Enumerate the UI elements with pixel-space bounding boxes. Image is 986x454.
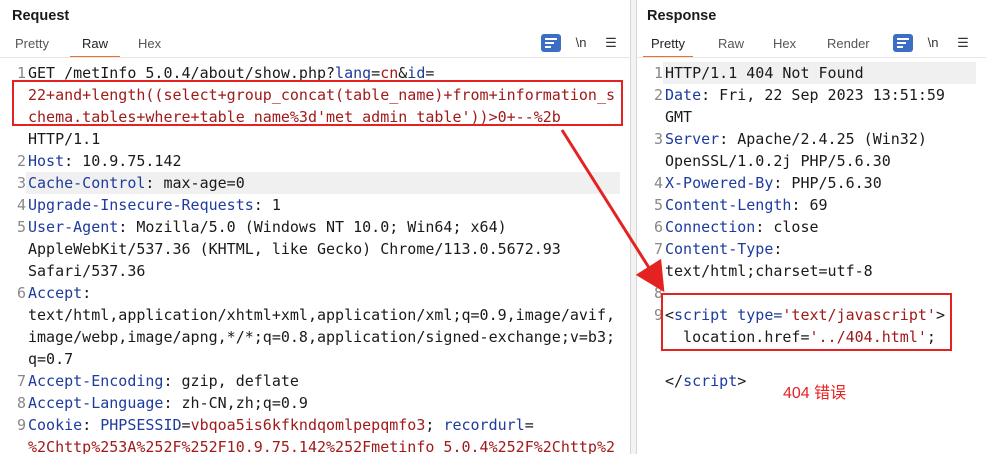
header-value: Apache/2.4.25 (Win32) xyxy=(728,130,927,148)
highlight-box-script xyxy=(661,293,952,351)
header-value: 69 xyxy=(800,196,828,214)
tag-name: script xyxy=(683,372,738,390)
header-name: Content-Length xyxy=(665,196,792,214)
line-number: 9 xyxy=(16,416,26,434)
wrap-lines-icon[interactable] xyxy=(893,34,913,52)
header-name: Accept-Language xyxy=(28,394,164,412)
header-value: max-age=0 xyxy=(154,174,245,192)
header-name: Upgrade-Insecure-Requests xyxy=(28,196,254,214)
code-line: %2Chttp%253A%252F%252F10.9.75.142%252Fme… xyxy=(28,436,615,454)
line-number: 4 xyxy=(653,174,663,192)
line-number: 3 xyxy=(16,174,26,192)
code-line: Accept-Language: zh-CN,zh;q=0.9 xyxy=(28,394,308,412)
code-line: Cookie: PHPSESSID=vbqoa5is6kfkndqomlpepq… xyxy=(28,416,534,434)
wrap-lines-icon[interactable] xyxy=(541,34,561,52)
response-title: Response xyxy=(647,8,717,24)
code-line: OpenSSL/1.0.2j PHP/5.6.30 xyxy=(665,152,891,170)
header-value: PHP/5.6.30 xyxy=(782,174,882,192)
line-number: 3 xyxy=(653,130,663,148)
tab-pretty[interactable]: Pretty xyxy=(643,34,693,58)
request-tabs: Pretty Raw Hex xyxy=(0,34,630,58)
code-line: X-Powered-By: PHP/5.6.30 xyxy=(665,174,882,192)
header-value: 10.9.75.142 xyxy=(73,152,182,170)
cookie-value: %2Chttp%253A%252F%252F10.9.75.142%252Fme… xyxy=(28,438,615,454)
header-name: Cache-Control xyxy=(28,174,146,192)
header-value: Fri, 22 Sep 2023 13:51:59 xyxy=(710,86,945,104)
header-value: gzip, deflate xyxy=(172,372,299,390)
code-line: HTTP/1.1 404 Not Found xyxy=(665,64,864,82)
code-line: text/html,application/xhtml+xml,applicat… xyxy=(28,306,615,324)
header-value: close xyxy=(764,218,819,236)
code-line: Cache-Control: max-age=0 xyxy=(28,174,245,192)
header-value: Mozilla/5.0 (Windows NT 10.0; Win64; x64… xyxy=(127,218,507,236)
code-line: Upgrade-Insecure-Requests: 1 xyxy=(28,196,281,214)
code-line: Safari/537.36 xyxy=(28,262,146,280)
header-name: Host xyxy=(28,152,65,170)
tab-hex[interactable]: Hex xyxy=(138,34,161,56)
header-name: Accept xyxy=(28,284,83,302)
menu-icon[interactable]: ☰ xyxy=(953,34,973,52)
header-value: 1 xyxy=(262,196,281,214)
code-line: text/html;charset=utf-8 xyxy=(665,262,873,280)
tab-divider xyxy=(637,57,986,58)
line-number: 2 xyxy=(16,152,26,170)
cookie-value: vbqoa5is6kfkndqomlpepqmfo3 xyxy=(190,416,426,434)
header-name: User-Agent xyxy=(28,218,119,236)
cookie-name: recordurl xyxy=(443,416,525,434)
code-line: q=0.7 xyxy=(28,350,74,368)
request-panel: Request Pretty Raw Hex \n ☰ 1 GET /metInf… xyxy=(0,0,630,454)
code-line: HTTP/1.1 xyxy=(28,130,101,148)
code-line: </script> xyxy=(665,370,746,392)
line-number: 1 xyxy=(653,64,663,82)
request-title: Request xyxy=(12,8,70,24)
cookie-name: PHPSESSID xyxy=(91,416,182,434)
code-line: Accept: xyxy=(28,284,92,302)
tab-render[interactable]: Render xyxy=(827,34,870,56)
line-number: 4 xyxy=(16,196,26,214)
newline-toggle[interactable]: \n xyxy=(923,34,943,52)
newline-toggle[interactable]: \n xyxy=(571,34,591,52)
tab-raw[interactable]: Raw xyxy=(718,34,744,56)
header-value: zh-CN,zh;q=0.9 xyxy=(172,394,308,412)
code-line: image/webp,image/apng,*/*;q=0.8,applicat… xyxy=(28,328,615,346)
header-name: Server xyxy=(665,130,720,148)
code-line: Date: Fri, 22 Sep 2023 13:51:59 xyxy=(665,86,945,104)
line-number: 2 xyxy=(653,86,663,104)
header-name: Cookie xyxy=(28,416,83,434)
tab-pretty[interactable]: Pretty xyxy=(15,34,49,56)
code-line: Host: 10.9.75.142 xyxy=(28,152,182,170)
tag-bracket: </ xyxy=(665,372,684,390)
line-number: 5 xyxy=(16,218,26,236)
code-line: GMT xyxy=(665,108,693,126)
header-name: Connection xyxy=(665,218,756,236)
line-number: 7 xyxy=(653,240,663,258)
code-line: Accept-Encoding: gzip, deflate xyxy=(28,372,299,390)
menu-icon[interactable]: ☰ xyxy=(601,34,621,52)
line-number: 8 xyxy=(16,394,26,412)
line-number: 7 xyxy=(16,372,26,390)
header-name: Accept-Encoding xyxy=(28,372,164,390)
line-number: 6 xyxy=(653,218,663,236)
line-number: 8 xyxy=(653,284,663,302)
code-line: Content-Length: 69 xyxy=(665,196,828,214)
header-name: Content-Type xyxy=(665,240,774,258)
tab-raw[interactable]: Raw xyxy=(70,34,121,58)
line-number: 5 xyxy=(653,196,663,214)
line-number: 6 xyxy=(16,284,26,302)
code-line: User-Agent: Mozilla/5.0 (Windows NT 10.0… xyxy=(28,218,507,236)
tag-bracket: > xyxy=(737,372,747,390)
tab-hex[interactable]: Hex xyxy=(773,34,796,56)
code-line: AppleWebKit/537.36 (KHTML, like Gecko) C… xyxy=(28,240,561,258)
highlight-box-payload xyxy=(12,80,623,126)
header-name: X-Powered-By xyxy=(665,174,774,192)
panel-divider[interactable] xyxy=(630,0,637,454)
tab-divider xyxy=(0,57,630,58)
response-panel: Response Pretty Raw Hex Render \n ☰ 1 HTT… xyxy=(637,0,986,454)
code-line: Connection: close xyxy=(665,218,819,236)
code-line: Content-Type: xyxy=(665,240,783,258)
header-name: Date xyxy=(665,86,702,104)
annotation-404: 404 错误 xyxy=(783,385,847,402)
code-line: Server: Apache/2.4.25 (Win32) xyxy=(665,130,927,148)
line-number: 9 xyxy=(653,306,663,324)
